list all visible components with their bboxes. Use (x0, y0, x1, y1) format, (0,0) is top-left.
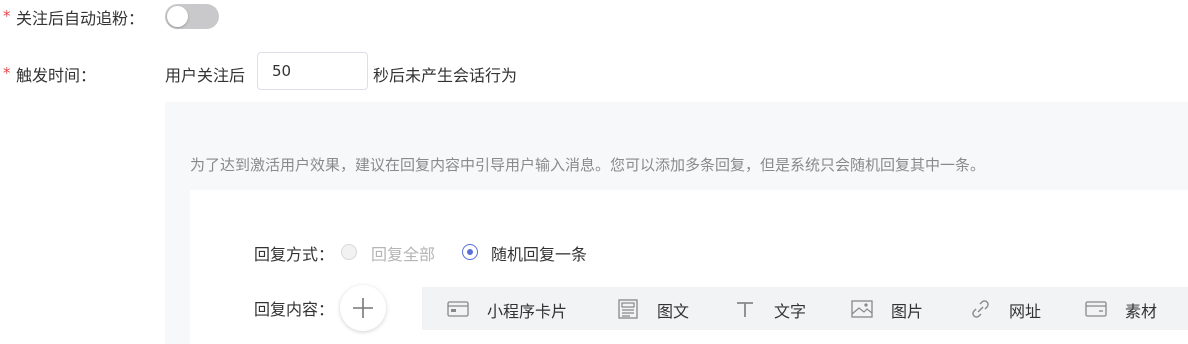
tool-image[interactable]: 图片 (851, 287, 931, 330)
trigger-suffix-text: 秒后未产生会话行为 (373, 66, 518, 85)
trigger-prefix-text: 用户关注后 (165, 66, 246, 85)
auto-follow-label: 关注后自动追粉： (16, 9, 145, 28)
radio-reply-random[interactable] (462, 244, 478, 260)
link-icon (972, 300, 989, 318)
reply-type-toolbar: 小程序卡片 图文 文字 图片 网址 素材 (422, 287, 1188, 330)
tool-mini-program-card[interactable]: 小程序卡片 (447, 287, 579, 330)
auto-follow-toggle[interactable] (165, 4, 219, 29)
reply-content-label: 回复内容： (254, 300, 335, 319)
tool-label: 文字 (774, 302, 807, 321)
reply-all-label[interactable]: 回复全部 (371, 241, 435, 265)
plus-icon (353, 298, 373, 318)
tool-material[interactable]: 素材 (1085, 287, 1165, 330)
tool-label: 网址 (1009, 302, 1042, 321)
image-icon (851, 300, 873, 318)
tool-label: 小程序卡片 (487, 302, 568, 321)
radio-reply-all[interactable] (341, 244, 357, 260)
add-reply-button[interactable] (340, 285, 386, 331)
reply-mode-label: 回复方式： (254, 245, 335, 264)
required-mark: * (3, 64, 11, 82)
tool-label: 图文 (657, 302, 690, 321)
tool-label: 素材 (1125, 302, 1158, 321)
mini-program-card-icon (447, 301, 469, 317)
text-icon (737, 302, 753, 317)
trigger-time-label: 触发时间： (16, 66, 97, 85)
material-icon (1085, 301, 1107, 317)
seconds-input[interactable] (257, 52, 368, 90)
tool-text[interactable]: 文字 (734, 287, 814, 330)
tool-article[interactable]: 图文 (617, 287, 697, 330)
reply-random-label[interactable]: 随机回复一条 (491, 241, 587, 265)
tool-label: 图片 (891, 302, 924, 321)
required-mark: * (3, 7, 11, 25)
toggle-knob (167, 6, 188, 27)
hint-text: 为了达到激活用户效果，建议在回复内容中引导用户输入消息。您可以添加多条回复，但是… (190, 156, 986, 174)
tool-link[interactable]: 网址 (969, 287, 1049, 330)
article-icon (618, 299, 638, 319)
